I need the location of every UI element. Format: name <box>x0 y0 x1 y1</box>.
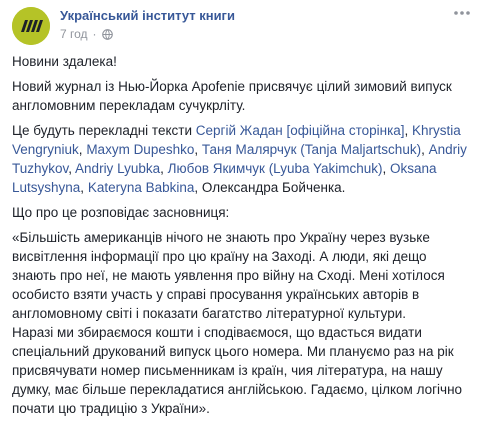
globe-icon[interactable] <box>101 28 113 40</box>
text-separator: , <box>194 142 202 157</box>
post-paragraph-4: Що про це розповідає засновниця: <box>12 205 230 220</box>
tag-link-dupeshko[interactable]: Maxym Dupeshko <box>86 142 194 157</box>
post-body: Новини здалека! Новий журнал із Нью-Йорк… <box>12 52 480 424</box>
quote-line: думку, має більше перекладатися англійсь… <box>12 382 463 397</box>
text-separator: , <box>421 142 429 157</box>
text-fragment: Це будуть перекладні тексти <box>12 123 196 138</box>
page-logo-icon <box>12 7 50 45</box>
post-header: Український інститут книги 7 год · <box>0 0 485 52</box>
tag-link-yakimchuk[interactable]: Любов Якимчук (Lyuba Yakimchuk) <box>168 161 383 176</box>
text-line: Tuzhykov, Andriy Lyubka, Любов Якимчук (… <box>12 159 480 178</box>
page-avatar[interactable] <box>12 7 50 45</box>
tag-link-lyubka[interactable]: Andriy Lyubka <box>75 161 160 176</box>
quote-line: Наразі ми збираємося кошти і сподіваємос… <box>12 325 422 340</box>
tag-link-vengryniuk-cont[interactable]: Vengryniuk <box>12 142 79 157</box>
text-line: Це будуть перекладні тексти Сергій Жадан… <box>12 121 480 140</box>
text-line: англомовним перекладам сучукрліту. <box>12 98 246 113</box>
post-quote: «Більшість американців нічого не знають … <box>12 228 480 418</box>
quote-line: особисто взяти участь у справі просуванн… <box>12 287 420 302</box>
post-meta: 7 год · <box>60 27 113 41</box>
text-separator: , <box>80 180 88 195</box>
post-paragraph-1: Новини здалека! <box>12 54 117 69</box>
tag-link-zhadan[interactable]: Сергій Жадан [офіційна сторінка] <box>196 123 405 138</box>
page-name-link[interactable]: Український інститут книги <box>60 8 235 23</box>
text-separator: , <box>160 161 168 176</box>
post-paragraph-3: Це будуть перекладні тексти Сергій Жадан… <box>12 121 480 197</box>
tag-link-maljartschuk[interactable]: Таня Малярчук (Tanja Maljartschuk) <box>202 142 421 157</box>
more-options-icon[interactable] <box>452 6 472 20</box>
text-separator: , <box>404 123 413 138</box>
tag-link-lutsyshyna[interactable]: Oksana <box>390 161 437 176</box>
text-fragment: , Олександра Бойченка. <box>194 180 346 195</box>
tag-link-tuzhykov[interactable]: Andriy <box>429 142 467 157</box>
quote-line: висвітлення інформації про цю країну на … <box>12 249 427 264</box>
quote-line: почати цю традицію з України». <box>12 401 210 416</box>
quote-line: знають про неї, не мають уявлення про ві… <box>12 268 445 283</box>
text-line: Новий журнал із Нью-Йорка Apofenie присв… <box>12 79 452 94</box>
quote-line: «Більшість американців нічого не знають … <box>12 230 430 245</box>
tag-link-vengryniuk[interactable]: Khrystia <box>412 123 461 138</box>
text-line: Lutsyshyna, Kateryna Babkina, Олександра… <box>12 178 480 197</box>
tag-link-lutsyshyna-cont[interactable]: Lutsyshyna <box>12 180 80 195</box>
text-separator: , <box>382 161 391 176</box>
tag-link-tuzhykov-cont[interactable]: Tuzhykov <box>12 161 68 176</box>
quote-line: спеціальний друкований випуск цього номе… <box>12 344 454 359</box>
post-paragraph-2: Новий журнал із Нью-Йорка Apofenie присв… <box>12 77 480 115</box>
tag-link-babkina[interactable]: Kateryna Babkina <box>88 180 195 195</box>
post-timestamp[interactable]: 7 год <box>60 27 88 41</box>
quote-line: присвячувати номер письменникам із країн… <box>12 363 443 378</box>
quote-line: англомовному світі і показати багатство … <box>12 306 406 321</box>
meta-separator: · <box>92 27 97 41</box>
text-line: Vengryniuk, Maxym Dupeshko, Таня Малярчу… <box>12 140 480 159</box>
